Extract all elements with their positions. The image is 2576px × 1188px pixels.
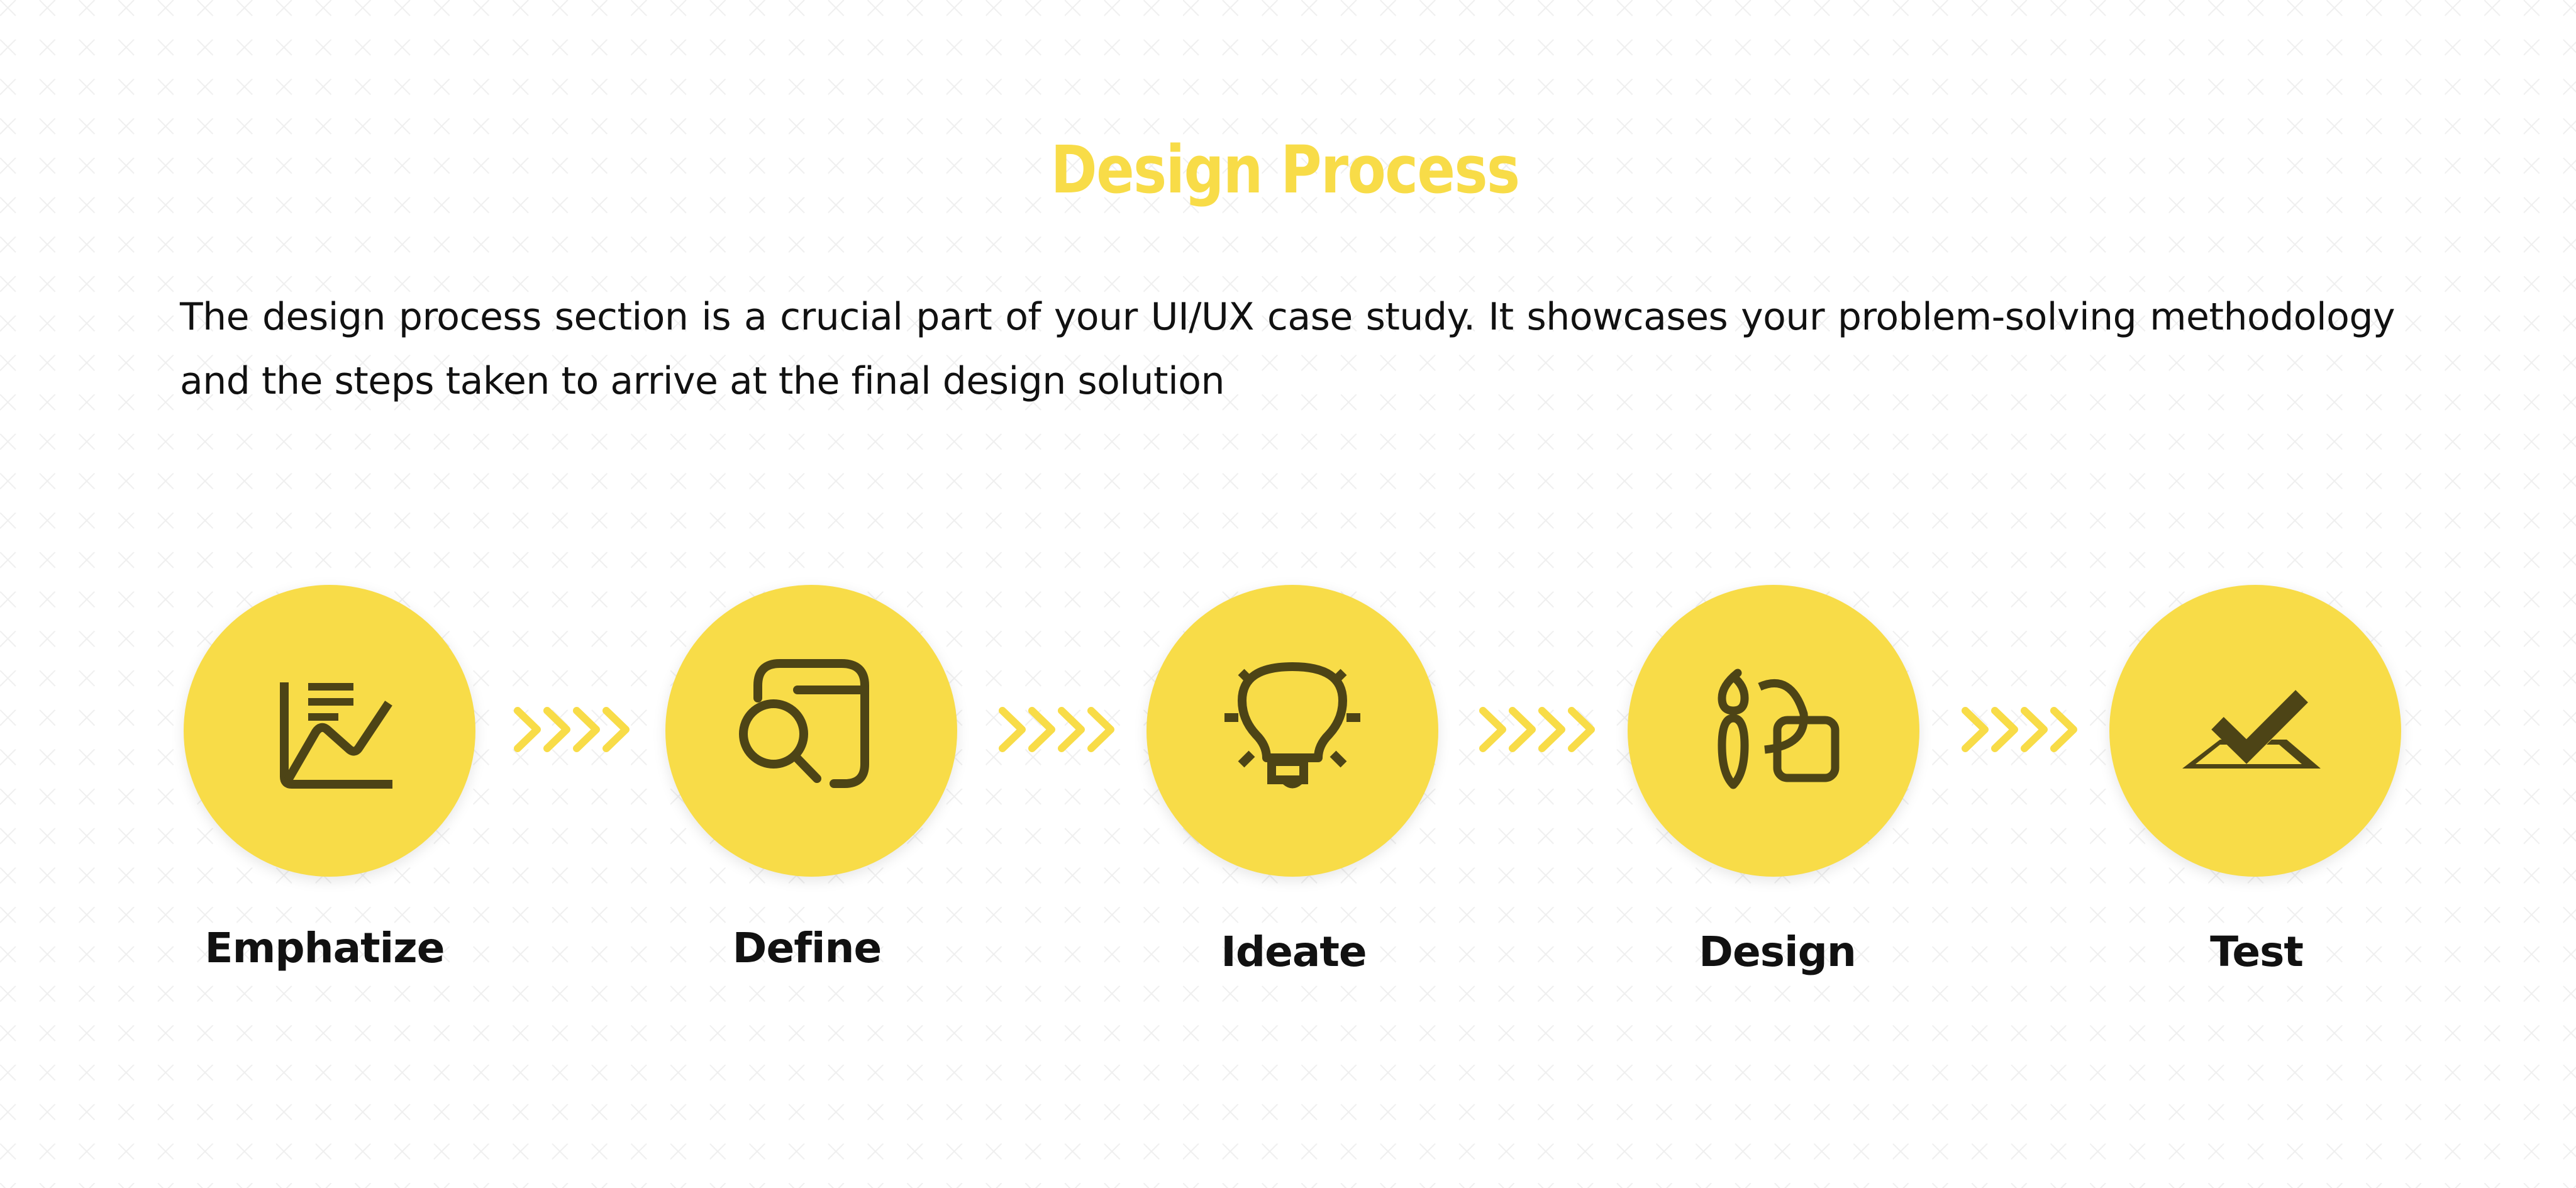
step-label-emphatize: Emphatize	[204, 924, 445, 972]
chevron-right-icon	[1991, 707, 2018, 752]
browser-search-icon	[739, 659, 869, 788]
lightbulb-icon	[1224, 662, 1360, 789]
chevron-right-icon	[514, 707, 541, 752]
chevron-right-icon	[1568, 707, 1595, 752]
step-label-test: Test	[2210, 928, 2304, 976]
chevron-right-icon	[1962, 707, 1989, 752]
step-label-define: Define	[732, 924, 882, 972]
chevron-right-icon	[2021, 707, 2048, 752]
step-circle-emphatize	[184, 585, 475, 877]
connector-chevrons-3	[1479, 707, 1595, 752]
step-circle-design	[1628, 585, 1919, 877]
step-circle-ideate	[1146, 585, 1438, 877]
step-circle-test	[2109, 585, 2401, 877]
brush-shapes-icon	[1718, 669, 1840, 789]
connector-chevrons-1	[514, 707, 630, 752]
connector-chevrons-2	[999, 707, 1114, 752]
chevron-right-icon	[2050, 707, 2077, 752]
description-paragraph: The design process section is a crucial …	[180, 285, 2396, 413]
checkmark-tray-icon	[2182, 690, 2321, 769]
chevron-right-icon	[999, 707, 1026, 752]
chevron-right-icon	[543, 707, 570, 752]
connector-chevrons-4	[1962, 707, 2077, 752]
description-line-1: The design process section is a crucial …	[180, 295, 2396, 339]
chevron-right-icon	[1058, 707, 1085, 752]
chart-analysis-icon	[280, 682, 392, 789]
step-circle-define	[665, 585, 957, 877]
description-line-2: and the steps taken to arrive at the fin…	[180, 359, 1225, 403]
chevron-right-icon	[1087, 707, 1114, 752]
step-label-ideate: Ideate	[1221, 928, 1367, 976]
chevron-right-icon	[1479, 707, 1506, 752]
chevron-right-icon	[573, 707, 600, 752]
page-title: Design Process	[1050, 131, 1521, 208]
chevron-right-icon	[602, 707, 630, 752]
chevron-right-icon	[1028, 707, 1055, 752]
step-label-design: Design	[1699, 928, 1857, 976]
chevron-right-icon	[1509, 707, 1536, 752]
chevron-right-icon	[1538, 707, 1565, 752]
